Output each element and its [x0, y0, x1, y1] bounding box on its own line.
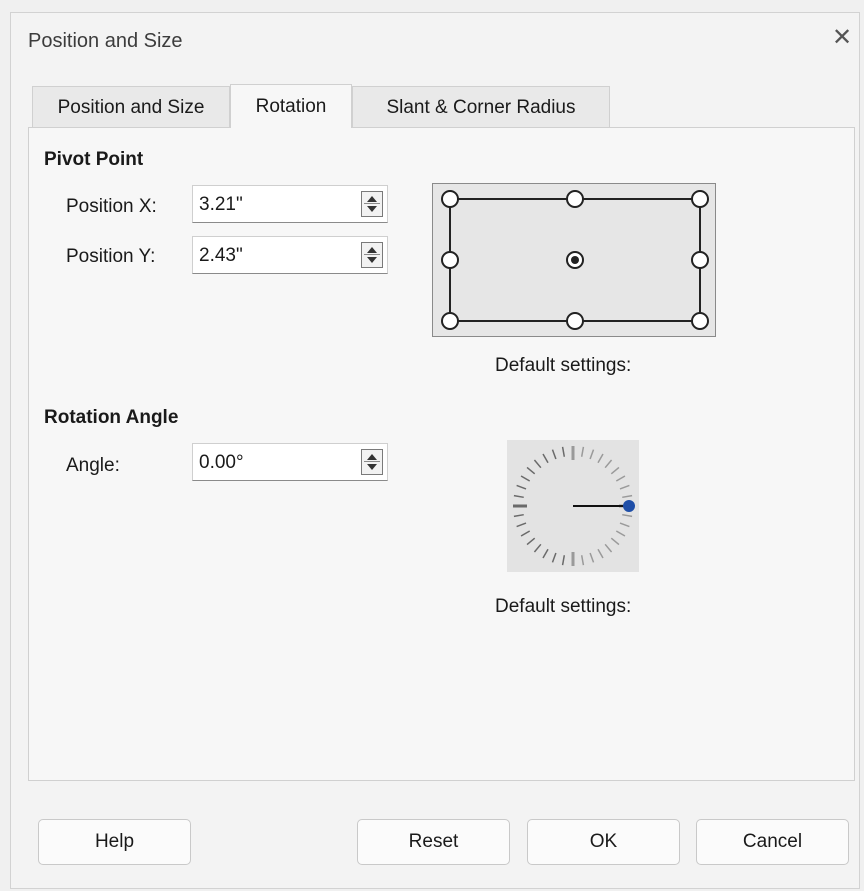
pivot-bottom-center-radio[interactable]	[566, 312, 584, 330]
pivot-middle-left-radio[interactable]	[441, 251, 459, 269]
tab-position-and-size[interactable]: Position and Size	[32, 86, 230, 128]
spin-down-icon[interactable]	[367, 206, 377, 212]
ok-button[interactable]: OK	[527, 819, 680, 865]
position-x-label: Position X:	[66, 196, 157, 217]
pivot-bottom-right-radio[interactable]	[691, 312, 709, 330]
rotation-default-settings-caption: Default settings:	[495, 596, 632, 617]
pivot-bottom-left-radio[interactable]	[441, 312, 459, 330]
cancel-button[interactable]: Cancel	[696, 819, 849, 865]
spin-up-icon[interactable]	[367, 196, 377, 202]
angle-spinner[interactable]	[361, 449, 383, 475]
position-x-value: 3.21"	[199, 194, 243, 215]
pivot-point-heading: Pivot Point	[44, 149, 144, 170]
pivot-middle-right-radio[interactable]	[691, 251, 709, 269]
spin-up-icon[interactable]	[367, 247, 377, 253]
tab-rotation[interactable]: Rotation	[230, 84, 352, 128]
pivot-top-left-radio[interactable]	[441, 190, 459, 208]
angle-value: 0.00°	[199, 452, 244, 473]
pivot-point-selector[interactable]	[432, 183, 716, 337]
position-y-value: 2.43"	[199, 245, 243, 266]
position-y-field[interactable]: 2.43"	[192, 236, 388, 274]
angle-field[interactable]: 0.00°	[192, 443, 388, 481]
spin-down-icon[interactable]	[367, 464, 377, 470]
position-y-label: Position Y:	[66, 246, 156, 267]
spin-up-icon[interactable]	[367, 454, 377, 460]
rotation-angle-dial[interactable]	[507, 440, 639, 572]
pivot-top-right-radio[interactable]	[691, 190, 709, 208]
pivot-default-settings-caption: Default settings:	[495, 355, 632, 376]
reset-button[interactable]: Reset	[357, 819, 510, 865]
spin-down-icon[interactable]	[367, 257, 377, 263]
position-x-spinner[interactable]	[361, 191, 383, 217]
selected-dot-icon	[571, 256, 579, 264]
angle-label: Angle:	[66, 455, 120, 476]
rotation-angle-heading: Rotation Angle	[44, 407, 179, 428]
position-x-field[interactable]: 3.21"	[192, 185, 388, 223]
close-icon[interactable]: ✕	[832, 26, 852, 50]
position-y-spinner[interactable]	[361, 242, 383, 268]
window-title: Position and Size	[28, 30, 183, 52]
pivot-top-center-radio[interactable]	[566, 190, 584, 208]
help-button[interactable]: Help	[38, 819, 191, 865]
tab-slant-corner-radius[interactable]: Slant & Corner Radius	[352, 86, 610, 128]
dial-handle-icon[interactable]	[623, 500, 635, 512]
